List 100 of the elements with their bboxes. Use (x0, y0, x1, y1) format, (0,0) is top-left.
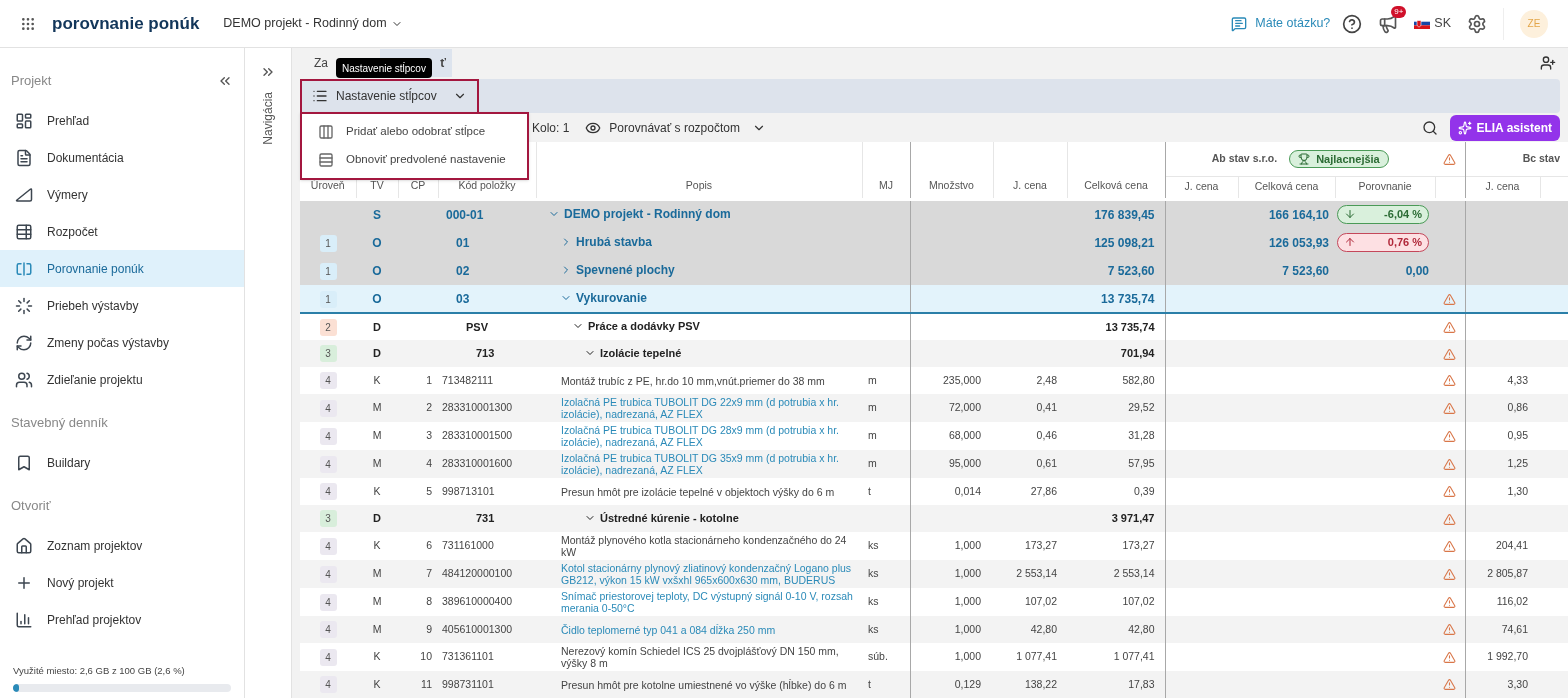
section-title: Projekt (11, 72, 52, 91)
table-cell: K (373, 539, 381, 552)
item-description: Presun hmôt pre kotolne umiestnené vo výške (hĺbke) do 6 m (561, 678, 847, 691)
row-title: Izolácie tepelné (584, 346, 682, 359)
table-cell: 10 (420, 650, 432, 663)
level-badge: 1 (319, 263, 337, 280)
table-cell: 125 098,21 (1094, 236, 1155, 250)
column-header: Celková cena (1084, 179, 1148, 192)
level-badge: 4 (319, 483, 337, 500)
table-cell: 283310001300 (442, 401, 513, 414)
table-cell: 166 164,10 (1268, 208, 1329, 222)
table-cell: m (868, 457, 877, 470)
table-cell: 68,000 (948, 429, 981, 442)
level-badge: 4 (319, 427, 337, 445)
table-cell: 173,27 (1024, 539, 1057, 552)
table-cell: 01 (456, 236, 470, 250)
level-badge: 4 (319, 455, 337, 473)
item-description: Izolačná PE trubica TUBOLIT DG 28x9 mm (d potrubia x hr. izolácie), nadrezaná, AZ FLEX (561, 424, 839, 448)
row-title: Vykurovanie (560, 291, 647, 304)
table-cell: 389610000400 (442, 595, 513, 608)
table-cell: 72,000 (948, 401, 981, 414)
table-cell: 57,95 (1128, 457, 1155, 470)
table-cell: 731161000 (442, 539, 494, 552)
row-title: Spevnené plochy (560, 264, 675, 276)
table-cell: 0,41 (1036, 401, 1057, 414)
table-cell: 7 523,60 (1107, 264, 1155, 278)
table-cell: D (373, 512, 381, 525)
table-cell: 2,48 (1036, 373, 1057, 386)
level-badge: 4 (319, 372, 337, 389)
table-cell: M (372, 595, 382, 608)
table-cell: ks (868, 622, 879, 635)
table-cell: 2 (426, 401, 432, 414)
table-cell: súb. (868, 650, 888, 663)
table-cell: 74,61 (1501, 622, 1529, 635)
column-header: J. cena (1485, 180, 1520, 193)
table-cell: 1,25 (1507, 457, 1529, 470)
item-description: Snímač priestorovej teploty, DC výstupný signál 0-10 V, rozsah merania 0-50°C (561, 590, 853, 614)
column-header: Úroveň (310, 179, 345, 192)
level-badge: 4 (319, 399, 337, 417)
level-badge: 4 (319, 676, 337, 693)
table-cell: ks (868, 567, 879, 580)
table-cell: 713 (476, 347, 495, 360)
table-cell: 0,014 (954, 484, 981, 497)
item-description: Montáž trubíc z PE, hr.do 10 mm,vnút.priemer do 38 mm (561, 374, 825, 387)
table-cell: 13 735,74 (1105, 320, 1155, 333)
section-title: Stavebný denník (11, 414, 108, 433)
table-cell: m (868, 373, 877, 386)
table-cell: ks (868, 595, 879, 608)
table-cell: 03 (456, 291, 470, 306)
table-cell: 29,52 (1128, 401, 1155, 414)
table-cell: M (372, 567, 382, 580)
table-cell: 3 971,47 (1111, 512, 1155, 525)
table-cell: M (372, 457, 382, 470)
level-badge: 2 (319, 318, 337, 336)
table-cell: PSV (466, 320, 488, 333)
table-cell: 204,41 (1495, 539, 1529, 552)
table-cell: m (868, 401, 877, 414)
item-description: Izolačná PE trubica TUBOLIT DG 35x9 mm (d potrubia x hr. izolácie), nadrezaná, AZ FLEX (561, 452, 839, 476)
table-cell: 701,94 (1120, 347, 1155, 360)
table-cell: 11 (421, 677, 432, 690)
table-cell: S (373, 208, 381, 222)
level-badge: 4 (319, 593, 337, 611)
table-cell: 126 053,93 (1268, 236, 1329, 250)
table-cell: 7 (426, 567, 432, 580)
table-cell: m (868, 429, 877, 442)
column-header: J. cena (1013, 179, 1047, 192)
comparison-pill: -6,04 % (1337, 204, 1430, 224)
table-cell: 42,80 (1030, 622, 1057, 635)
table-cell: 484120000100 (442, 567, 513, 580)
table-cell: 731361101 (442, 650, 494, 663)
table-cell: K (373, 650, 381, 663)
table-cell: 116,02 (1496, 595, 1529, 608)
table-cell: M (372, 401, 382, 414)
table-cell: 27,86 (1030, 484, 1057, 497)
table-cell: 0,95 (1507, 429, 1529, 442)
table-cell: 283310001600 (442, 457, 513, 470)
level-badge: 4 (319, 565, 337, 583)
item-description: Čidlo teplomerné typ 041 a 084 dĺžka 250 mm (561, 623, 776, 636)
row-title: Práce a dodávky PSV (572, 320, 700, 332)
table-cell: 107,02 (1122, 595, 1155, 608)
table-cell: 0,86 (1507, 401, 1529, 414)
table-cell: D (373, 347, 381, 360)
table-cell: 1,000 (954, 539, 981, 552)
table-cell: 31,28 (1128, 429, 1155, 442)
column-header: Kód položky (458, 179, 516, 192)
table-cell: 17,83 (1128, 677, 1155, 690)
table-cell: 4 (426, 457, 432, 470)
table-cell: O (372, 264, 382, 278)
table-cell: 000-01 (446, 208, 484, 222)
section-title: Otvoriť (11, 497, 51, 516)
app-title: porovnanie ponúk (52, 12, 200, 35)
table-cell: 173,27 (1122, 539, 1155, 552)
column-header: Množstvo (929, 179, 974, 192)
table-cell: O (372, 291, 382, 306)
table-cell: O (372, 236, 382, 250)
item-description: Izolačná PE trubica TUBOLIT DG 22x9 mm (d potrubia x hr. izolácie), nadrezaná, AZ FLEX (561, 396, 839, 420)
tooltip: Nastavenie stĺpcov (336, 58, 432, 78)
table-cell: 1,000 (954, 595, 981, 608)
table-cell: t (868, 484, 871, 497)
table-cell: 8 (426, 595, 432, 608)
